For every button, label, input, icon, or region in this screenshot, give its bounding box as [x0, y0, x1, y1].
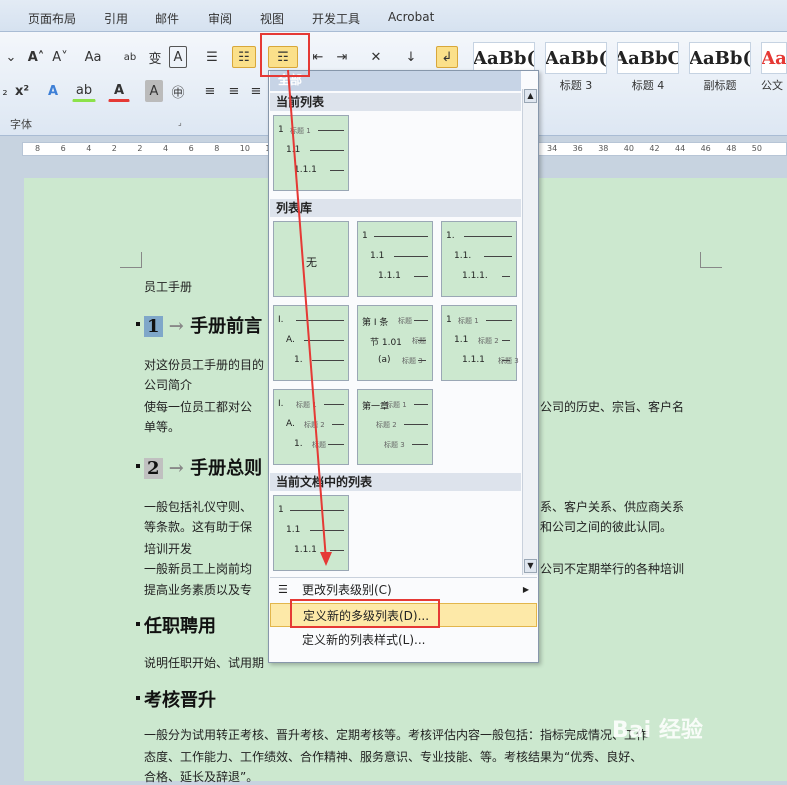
annotation-arrow — [287, 69, 332, 566]
baidu-watermark: Bai 经验 — [612, 718, 703, 743]
